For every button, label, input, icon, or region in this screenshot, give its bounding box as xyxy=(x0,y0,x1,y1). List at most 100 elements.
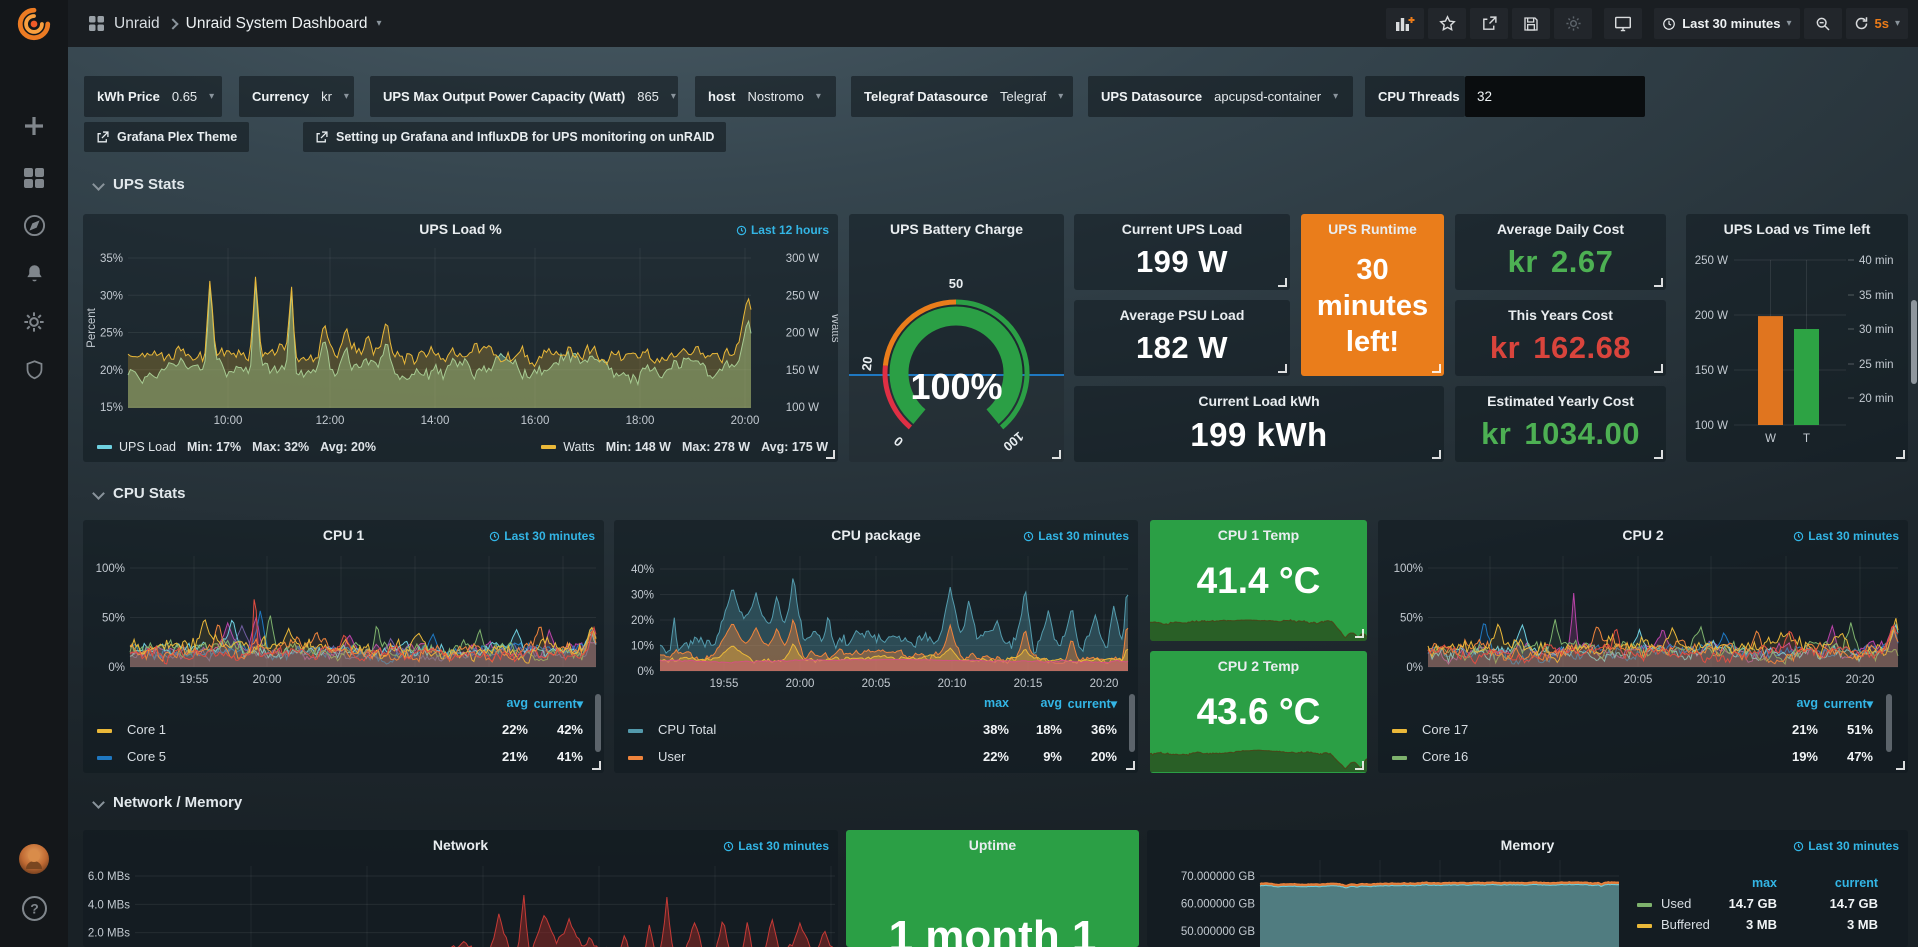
row-header-network-memory[interactable]: Network / Memory xyxy=(94,794,242,811)
row-header-ups-stats[interactable]: UPS Stats xyxy=(94,176,185,193)
panel-resize-handle[interactable] xyxy=(1278,364,1287,373)
refresh-button[interactable]: 5s ▾ xyxy=(1846,8,1909,39)
legend-name[interactable]: Watts xyxy=(563,440,594,454)
legend-name[interactable]: Core 1 xyxy=(127,722,166,737)
panel-resize-handle[interactable] xyxy=(1432,450,1441,459)
ups-load-vs-time-chart-canvas[interactable]: 250 W200 W150 W100 W40 min35 min30 min25… xyxy=(1686,214,1908,462)
legend-header-avg[interactable]: avg xyxy=(506,696,528,710)
breadcrumb-root[interactable]: Unraid xyxy=(114,15,160,33)
variable-telegraf-datasource[interactable]: Telegraf Datasource Telegraf ▾ xyxy=(851,76,1073,117)
panel-title[interactable]: Current Load kWh xyxy=(1074,393,1444,409)
legend-header-current[interactable]: current xyxy=(1835,876,1878,890)
legend-name[interactable]: Core 5 xyxy=(127,749,166,764)
link-ups-monitoring-guide[interactable]: Setting up Grafana and InfluxDB for UPS … xyxy=(303,122,726,152)
panel-title[interactable]: Average Daily Cost xyxy=(1455,221,1666,237)
row-header-cpu-stats[interactable]: CPU Stats xyxy=(94,485,186,502)
panel-title[interactable]: UPS Runtime xyxy=(1301,221,1444,237)
legend-header-avg[interactable]: avg xyxy=(1796,696,1818,710)
grafana-logo[interactable] xyxy=(0,6,68,42)
panel-title[interactable]: This Years Cost xyxy=(1455,307,1666,323)
legend-header-current[interactable]: current▾ xyxy=(534,696,583,711)
legend-scrollbar[interactable] xyxy=(1886,694,1892,752)
panel-resize-handle[interactable] xyxy=(1126,761,1135,770)
panel-resize-handle[interactable] xyxy=(1654,364,1663,373)
apps-grid-icon[interactable] xyxy=(88,15,105,32)
legend-item[interactable]: UPS Load Min: 17% Max: 32% Avg: 20% xyxy=(97,440,376,454)
panel-title[interactable]: UPS Load vs Time left xyxy=(1686,221,1908,237)
sidebar-configuration-icon[interactable] xyxy=(0,311,68,333)
panel-resize-handle[interactable] xyxy=(1896,761,1905,770)
link-grafana-plex-theme[interactable]: Grafana Plex Theme xyxy=(84,122,249,152)
legend-name[interactable]: Buffered xyxy=(1661,917,1710,932)
panel-title[interactable]: Average PSU Load xyxy=(1074,307,1290,323)
ups-load-chart-canvas[interactable]: 35%300 W30%250 W25%200 W20%150 W15%100 W… xyxy=(83,214,838,462)
legend-header-current[interactable]: current▾ xyxy=(1824,696,1873,711)
panel-time-range[interactable]: Last 30 minutes xyxy=(1793,529,1899,543)
variable-ups-max-output[interactable]: UPS Max Output Power Capacity (Watt) 865… xyxy=(370,76,678,117)
variable-kwh-price[interactable]: kWh Price 0.65 ▾ xyxy=(84,76,222,117)
sidebar-alerting-icon[interactable] xyxy=(0,263,68,285)
panel-resize-handle[interactable] xyxy=(592,761,601,770)
panel-resize-handle[interactable] xyxy=(1654,450,1663,459)
mark-favorite-button[interactable] xyxy=(1428,8,1466,39)
time-range-picker[interactable]: Last 30 minutes ▾ xyxy=(1654,8,1799,39)
panel-resize-handle[interactable] xyxy=(1432,364,1441,373)
legend-name[interactable]: Core 16 xyxy=(1422,749,1468,764)
sidebar-server-admin-icon[interactable] xyxy=(0,359,68,381)
legend-row[interactable]: User 22% 9% 20% xyxy=(614,749,1138,767)
legend-name[interactable]: User xyxy=(658,749,685,764)
dashboard-title-caret-icon[interactable]: ▾ xyxy=(376,19,381,29)
legend-row[interactable]: Used 14.7 GB 14.7 GB xyxy=(1147,896,1908,914)
legend-row[interactable]: Core 17 21% 51% xyxy=(1378,722,1908,740)
panel-title[interactable]: Current UPS Load xyxy=(1074,221,1290,237)
legend-header-max[interactable]: max xyxy=(984,696,1009,710)
page-scrollbar[interactable] xyxy=(1911,300,1917,384)
legend-header-current[interactable]: current▾ xyxy=(1068,696,1117,711)
legend-item[interactable]: Watts Min: 148 W Max: 278 W Avg: 175 W xyxy=(541,440,828,454)
legend-row[interactable]: CPU Total 38% 18% 36% xyxy=(614,722,1138,740)
legend-header-max[interactable]: max xyxy=(1752,876,1777,890)
legend-scrollbar[interactable] xyxy=(595,694,601,752)
legend-row[interactable]: Buffered 3 MB 3 MB xyxy=(1147,917,1908,935)
panel-title[interactable]: CPU 1 Temp xyxy=(1150,527,1367,543)
panel-title[interactable]: CPU 2 Temp xyxy=(1150,658,1367,674)
panel-title[interactable]: UPS Load % xyxy=(83,221,838,237)
legend-row[interactable]: Core 1 22% 42% xyxy=(83,722,604,740)
panel-resize-handle[interactable] xyxy=(826,450,835,459)
legend-name[interactable]: CPU Total xyxy=(658,722,716,737)
panel-title[interactable]: Estimated Yearly Cost xyxy=(1455,393,1666,409)
share-dashboard-button[interactable] xyxy=(1470,8,1508,39)
variable-ups-datasource[interactable]: UPS Datasource apcupsd-container ▾ xyxy=(1088,76,1353,117)
panel-resize-handle[interactable] xyxy=(1896,450,1905,459)
legend-header-avg[interactable]: avg xyxy=(1040,696,1062,710)
panel-time-range[interactable]: Last 30 minutes xyxy=(723,839,829,853)
cpu-threads-input[interactable] xyxy=(1465,76,1645,117)
sidebar-explore-icon[interactable] xyxy=(0,214,68,237)
panel-title[interactable]: Uptime xyxy=(846,837,1139,853)
legend-scrollbar[interactable] xyxy=(1129,694,1135,752)
panel-title[interactable]: UPS Battery Charge xyxy=(849,221,1064,237)
panel-time-range[interactable]: Last 30 minutes xyxy=(1023,529,1129,543)
dashboard-settings-button[interactable] xyxy=(1554,8,1592,39)
panel-resize-handle[interactable] xyxy=(1355,761,1364,770)
add-panel-button[interactable] xyxy=(1386,8,1424,39)
panel-time-range[interactable]: Last 30 minutes xyxy=(1793,839,1899,853)
variable-host[interactable]: host Nostromo ▾ xyxy=(695,76,836,117)
dashboard-title[interactable]: Unraid System Dashboard xyxy=(186,15,368,33)
kiosk-mode-button[interactable] xyxy=(1604,8,1642,39)
variable-currency[interactable]: Currency kr ▾ xyxy=(239,76,354,117)
save-dashboard-button[interactable] xyxy=(1512,8,1550,39)
panel-resize-handle[interactable] xyxy=(1355,629,1364,638)
legend-name[interactable]: UPS Load xyxy=(119,440,176,454)
sidebar-dashboards-icon[interactable] xyxy=(0,167,68,189)
panel-resize-handle[interactable] xyxy=(1278,278,1287,287)
sidebar-add-icon[interactable] xyxy=(0,115,68,137)
help-icon[interactable]: ? xyxy=(0,895,68,922)
panel-resize-handle[interactable] xyxy=(1654,278,1663,287)
panel-time-range[interactable]: Last 30 minutes xyxy=(489,529,595,543)
panel-resize-handle[interactable] xyxy=(1052,450,1061,459)
legend-row[interactable]: Core 5 21% 41% xyxy=(83,749,604,767)
legend-name[interactable]: Core 17 xyxy=(1422,722,1468,737)
legend-name[interactable]: Used xyxy=(1661,896,1691,911)
legend-row[interactable]: Core 16 19% 47% xyxy=(1378,749,1908,767)
